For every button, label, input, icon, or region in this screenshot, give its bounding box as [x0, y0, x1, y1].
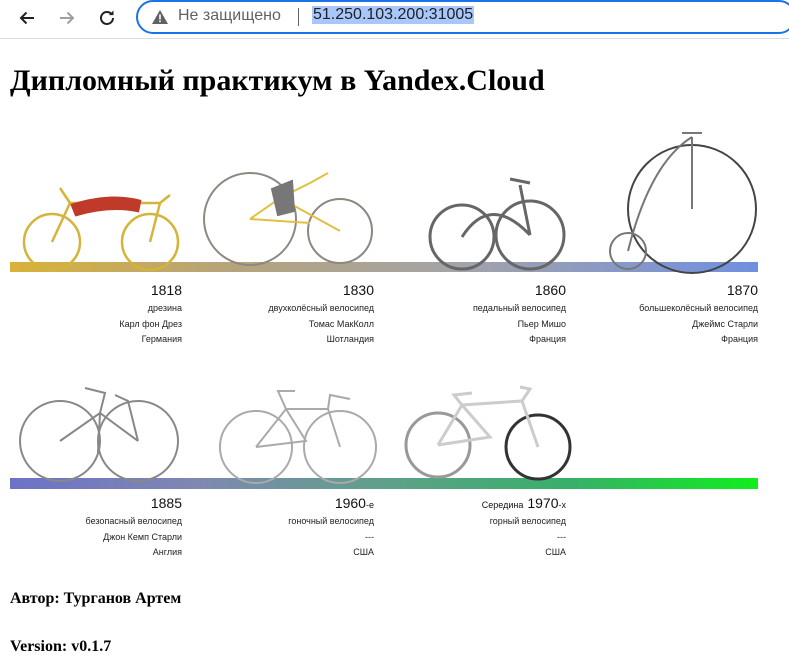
year-1960s: 1960-е: [335, 495, 374, 511]
warning-icon[interactable]: [152, 10, 168, 29]
racing-bicycle-icon: [219, 390, 377, 484]
country-1870: Франция: [721, 334, 758, 344]
version-line: Version: v0.1.7: [10, 638, 112, 655]
year-1830: 1830: [343, 282, 374, 298]
country-1860: Франция: [529, 334, 566, 344]
page-heading: Дипломный практикум в Yandex.Cloud: [10, 64, 545, 97]
country-1970s: США: [545, 547, 566, 557]
mccall-bicycle-icon: [203, 172, 373, 266]
type-1960s: гоночный велосипед: [288, 516, 374, 526]
penny-farthing-icon: [609, 132, 757, 274]
author-line: Автор: Турганов Артем: [10, 590, 182, 607]
type-1860: педальный велосипед: [473, 303, 567, 313]
back-arrow-icon[interactable]: [14, 5, 40, 31]
inventor-1860: Пьер Мишо: [518, 319, 566, 329]
mountain-bicycle-icon: [404, 385, 572, 481]
inventor-1870: Джеймс Старли: [692, 319, 758, 329]
timeline-band-top: [10, 262, 758, 272]
country-1830: Шотландия: [327, 334, 374, 344]
country-1885: Англия: [153, 547, 182, 557]
year-1818: 1818: [151, 282, 182, 298]
address-bar[interactable]: Не защищено 51.250.103.200:31005: [136, 0, 789, 34]
country-1960s: США: [353, 547, 374, 557]
type-1885: безопасный велосипед: [86, 516, 183, 526]
inventor-1970s: ---: [557, 532, 566, 542]
year-1860: 1860: [535, 282, 566, 298]
inventor-1830: Томас МакКолл: [309, 319, 374, 329]
inventor-1960s: ---: [365, 532, 374, 542]
omnibox-separator: [298, 8, 299, 26]
forward-arrow-icon[interactable]: [54, 5, 80, 31]
year-1970s: Середина 1970-х: [482, 495, 567, 511]
timeline-band-bottom: [10, 478, 758, 489]
url-text[interactable]: 51.250.103.200:31005: [312, 6, 475, 24]
browser-toolbar: Не защищено 51.250.103.200:31005: [0, 0, 789, 39]
draisine-icon: [22, 187, 180, 272]
type-1970s: горный велосипед: [490, 516, 567, 526]
year-1885: 1885: [151, 495, 182, 511]
safety-bicycle-icon: [19, 387, 179, 482]
inventor-1885: Джон Кемп Старли: [103, 532, 182, 542]
year-1870: 1870: [727, 282, 758, 298]
security-status-label[interactable]: Не защищено: [178, 7, 281, 25]
reload-icon[interactable]: [94, 5, 120, 31]
country-1818: Германия: [142, 334, 182, 344]
inventor-1818: Карл фон Дрез: [119, 319, 182, 329]
type-1818: дрезина: [148, 303, 182, 313]
timeline-labels: 1818 дрезина Карл фон Дрез Германия 1830…: [86, 282, 759, 557]
bicycle-history-poster: 1818 дрезина Карл фон Дрез Германия 1830…: [10, 132, 759, 557]
type-1870: большеколёсный велосипед: [639, 303, 759, 313]
type-1830: двухколёсный велосипед: [268, 303, 374, 313]
velocipede-icon: [428, 177, 566, 271]
